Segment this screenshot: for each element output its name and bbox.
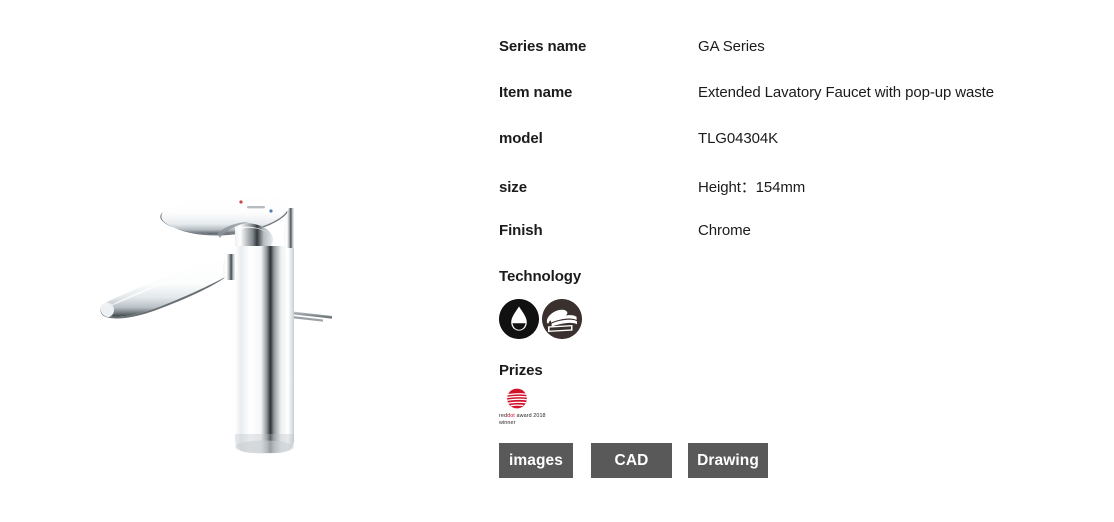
spec-value-item-name: Extended Lavatory Faucet with pop-up was…	[698, 84, 994, 101]
spec-value-series-name: GA Series	[698, 38, 765, 55]
reddot-award-badge[interactable]: reddot award 2018 winner	[499, 386, 619, 427]
spec-label-series-name: Series name	[499, 38, 587, 55]
prizes-heading: Prizes	[499, 362, 543, 379]
faucet-product-photo[interactable]	[85, 168, 335, 463]
images-button[interactable]: images	[499, 443, 573, 478]
spec-value-finish: Chrome	[698, 222, 751, 239]
reddot-caption-award-year: award 2018	[514, 413, 546, 419]
spec-label-item-name: Item name	[499, 84, 573, 101]
product-image-pane	[0, 0, 480, 522]
drawing-button[interactable]: Drawing	[688, 443, 768, 478]
technology-icon-list	[499, 299, 582, 339]
spec-row-series-name: Series name GA Series	[499, 38, 1099, 60]
product-spec-pane: Series name GA Series Item name Extended…	[499, 0, 1099, 522]
spec-label-model: model	[499, 130, 543, 147]
spec-row-finish: Finish Chrome	[499, 222, 1099, 244]
spec-value-size: Height：154mm	[698, 179, 806, 196]
faucet-body	[235, 246, 294, 453]
easy-care-wipe-icon[interactable]	[542, 299, 582, 339]
spec-row-size: size Height：154mm	[499, 176, 1099, 198]
reddot-caption-red: red	[499, 413, 508, 419]
reddot-logo-icon	[506, 388, 528, 409]
reddot-caption-winner: winner	[499, 420, 516, 426]
asset-download-button-bar: images CAD Drawing	[499, 443, 768, 478]
spec-label-size: size	[499, 179, 527, 196]
faucet-illustration	[100, 192, 332, 454]
spec-value-model: TLG04304K	[698, 130, 778, 147]
water-drop-ecology-icon[interactable]	[499, 299, 539, 339]
reddot-award-caption: reddot award 2018 winner	[499, 413, 619, 427]
reddot-caption-dot: dot	[507, 413, 515, 419]
faucet-spout	[101, 260, 238, 317]
spec-row-model: model TLG04304K	[499, 130, 1099, 152]
technology-heading: Technology	[499, 268, 582, 285]
spec-label-finish: Finish	[499, 222, 543, 239]
product-detail-page: Series name GA Series Item name Extended…	[0, 0, 1114, 522]
spec-row-item-name: Item name Extended Lavatory Faucet with …	[499, 84, 1099, 106]
cad-button[interactable]: CAD	[591, 443, 672, 478]
